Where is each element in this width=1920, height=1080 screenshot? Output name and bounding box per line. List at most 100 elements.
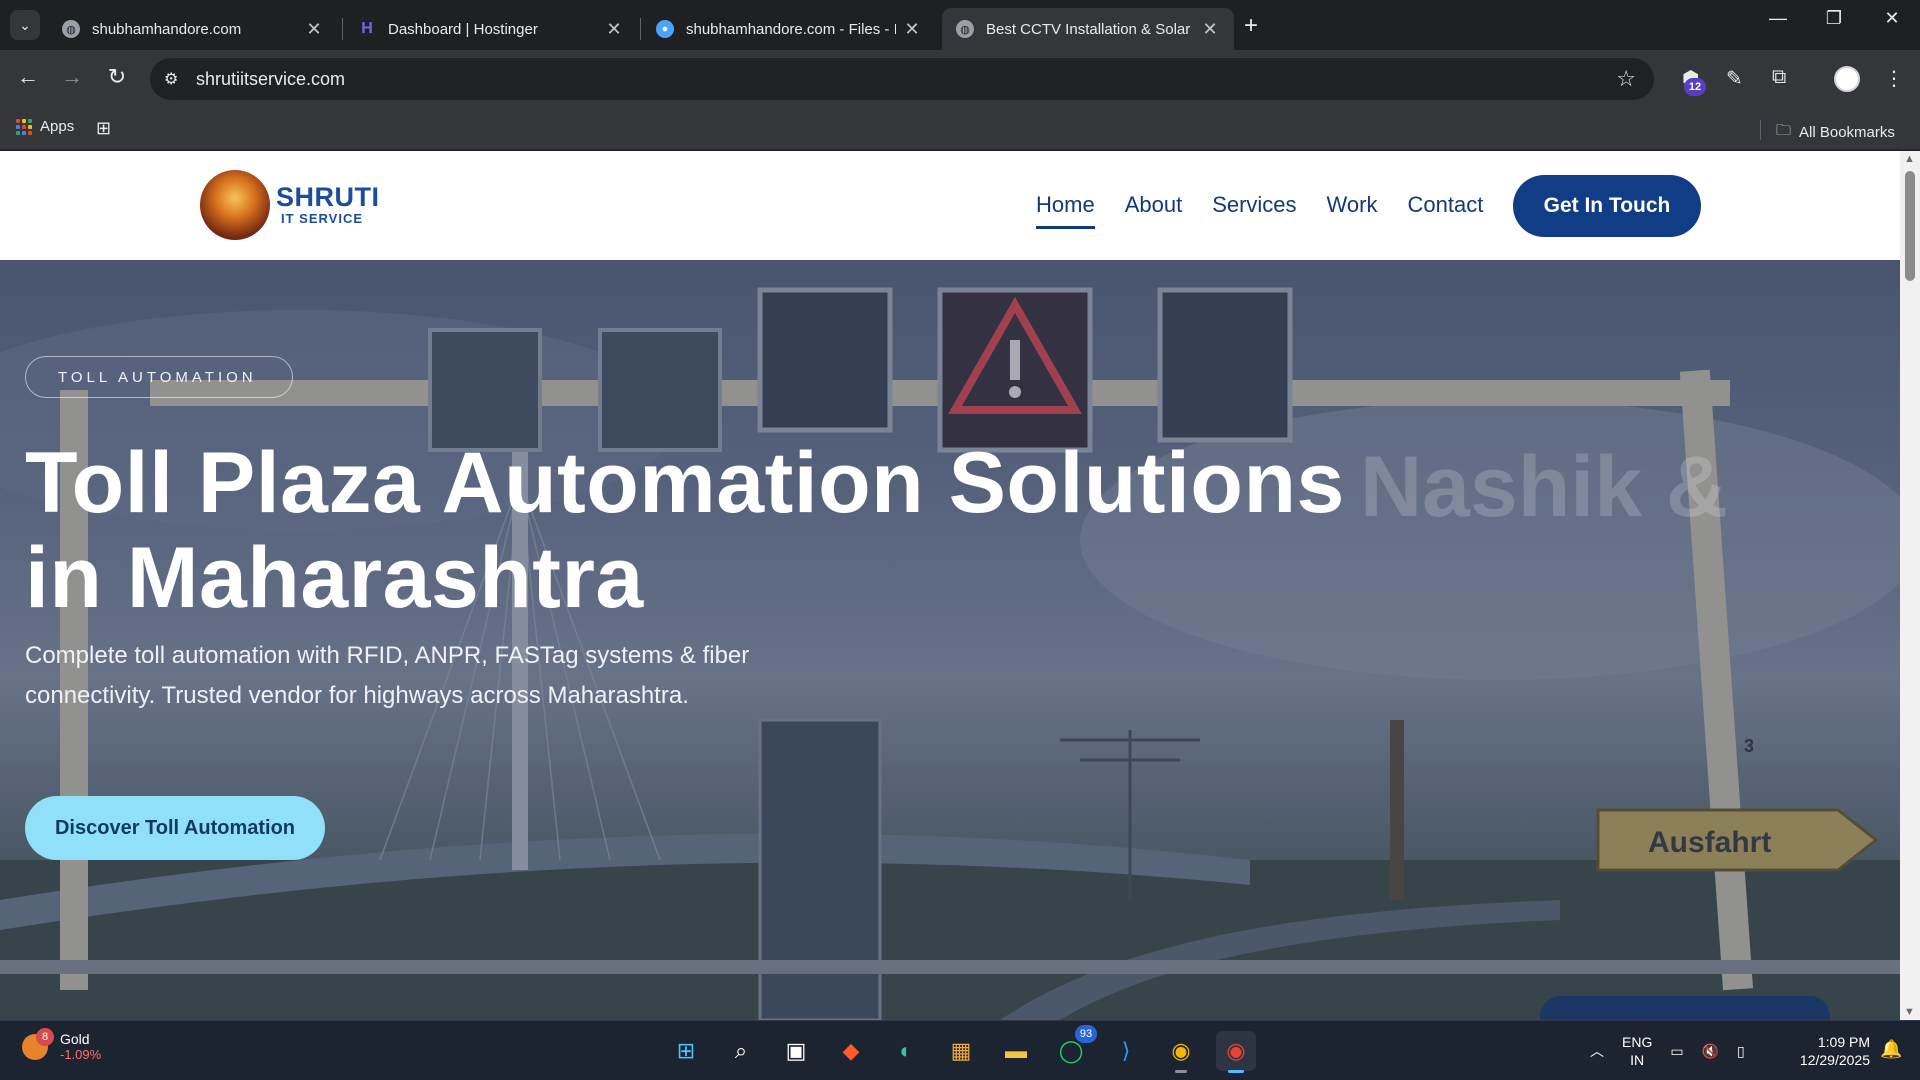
tab-strip: ⌄ ◍ shubhamhandore.com ✕ H Dashboard | H…	[0, 0, 1920, 50]
tab-1[interactable]: ◍ shubhamhandore.com ✕	[48, 8, 338, 50]
hero-lead-text: Complete toll automation with RFID, ANPR…	[25, 642, 750, 709]
close-tab-icon[interactable]: ✕	[902, 19, 922, 40]
apps-grid-icon	[16, 118, 32, 135]
edge-browser-icon[interactable]: ◐	[886, 1031, 926, 1071]
windows-start-icon[interactable]: ⊞	[666, 1031, 706, 1071]
tab-groups-icon[interactable]: ⊞	[96, 118, 111, 139]
restore-icon[interactable]: ❐	[1814, 8, 1854, 29]
tab-title: shubhamhandore.com - Files - I	[686, 20, 896, 38]
language-indicator[interactable]: ENG IN	[1622, 1033, 1652, 1069]
menu-kebab-icon[interactable]: ⋮	[1884, 66, 1904, 91]
widget-change: -1.09%	[60, 1047, 102, 1062]
hero-section: Ausfahrt 3 TOLL AUTOMATION Nashik & Toll…	[0, 260, 1900, 1020]
nav-home[interactable]: Home	[1036, 192, 1095, 229]
clock-time: 1:09 PM	[1817, 1034, 1870, 1050]
microsoft-store-icon[interactable]: ▦	[941, 1031, 981, 1071]
tab-title: Best CCTV Installation & Solar F	[986, 20, 1194, 38]
globe-icon: ◍	[62, 20, 80, 38]
apps-bookmark[interactable]: Apps	[16, 118, 74, 135]
active-indicator	[1228, 1070, 1244, 1073]
eyedropper-icon[interactable]: ✎	[1726, 66, 1743, 91]
tab-separator	[342, 18, 343, 40]
close-window-icon[interactable]: ✕	[1872, 8, 1912, 29]
whatsapp-icon[interactable]: ◯ 93	[1051, 1025, 1097, 1071]
language-code: ENG	[1622, 1034, 1653, 1050]
nav-services[interactable]: Services	[1212, 192, 1296, 229]
clock-date: 12/29/2025	[1799, 1052, 1870, 1068]
gold-icon: 8	[22, 1027, 54, 1060]
tab-title: shubhamhandore.com	[92, 20, 242, 38]
page-viewport: SHRUTI IT SERVICE Home About Services Wo…	[0, 151, 1900, 1020]
extension-badge: 12	[1684, 78, 1706, 96]
scrollbar-thumb[interactable]	[1905, 171, 1915, 281]
chrome-profile-icon[interactable]: ◉	[1216, 1031, 1256, 1073]
site-header: SHRUTI IT SERVICE Home About Services Wo…	[0, 151, 1900, 260]
slider-controls[interactable]	[1540, 996, 1830, 1020]
close-tab-icon[interactable]: ✕	[1200, 19, 1220, 40]
taskbar-apps: ⊞ ⌕ ▣ ◆ ◐ ▦ ▬ ◯ 93 ⟩ ◉ ◉	[666, 1025, 1256, 1073]
hero-heading: Toll Plaza Automation Solutions in Mahar…	[25, 435, 1345, 626]
logo-image[interactable]	[200, 170, 270, 240]
whatsapp-badge: 93	[1075, 1025, 1097, 1043]
windows-taskbar: 8 Gold -1.09% ⊞ ⌕ ▣ ◆ ◐ ▦ ▬ ◯ 93 ⟩ ◉ ◉ ︿…	[0, 1020, 1920, 1080]
tab-separator	[640, 18, 641, 40]
get-in-touch-button[interactable]: Get In Touch	[1513, 175, 1701, 237]
all-bookmarks-label: All Bookmarks	[1799, 124, 1895, 141]
volume-muted-icon[interactable]: 🔇	[1702, 1043, 1719, 1060]
discover-toll-automation-button[interactable]: Discover Toll Automation	[25, 796, 325, 860]
close-tab-icon[interactable]: ✕	[604, 19, 624, 40]
bookmark-star-icon[interactable]: ☆	[1616, 66, 1636, 92]
site-info-icon[interactable]: ⚙	[164, 69, 178, 89]
minimize-icon[interactable]: —	[1758, 8, 1798, 29]
chrome-icon[interactable]: ◉	[1161, 1031, 1201, 1073]
bookmarks-divider	[1760, 120, 1761, 140]
new-tab-icon[interactable]: +	[1244, 12, 1258, 40]
logo-subtitle[interactable]: IT SERVICE	[281, 211, 363, 226]
main-nav: Home About Services Work Contact	[1036, 192, 1483, 229]
globe-icon: ◍	[956, 20, 974, 38]
running-indicator	[1175, 1070, 1187, 1073]
close-tab-icon[interactable]: ✕	[304, 19, 324, 40]
url-text[interactable]: shrutiitservice.com	[196, 69, 345, 90]
tab-2[interactable]: H Dashboard | Hostinger ✕	[344, 8, 638, 50]
nav-contact[interactable]: Contact	[1407, 192, 1483, 229]
search-icon[interactable]: ⌕	[721, 1031, 761, 1071]
task-view-icon[interactable]: ▣	[776, 1031, 816, 1071]
file-manager-icon: ●	[656, 20, 674, 38]
address-bar[interactable]: ⚙ shrutiitservice.com ☆	[150, 58, 1654, 100]
widget-badge: 8	[36, 1027, 54, 1046]
clock[interactable]: 1:09 PM 12/29/2025	[1782, 1033, 1870, 1069]
forward-icon[interactable]: →	[56, 64, 88, 90]
tab-title: Dashboard | Hostinger	[388, 20, 538, 38]
reload-icon[interactable]: ↻	[101, 64, 133, 90]
extensions-puzzle-icon[interactable]: ⧉	[1772, 66, 1786, 89]
region-code: IN	[1630, 1052, 1645, 1068]
battery-icon[interactable]: ▯	[1737, 1043, 1745, 1060]
hero-tag: TOLL AUTOMATION	[25, 356, 293, 398]
gold-widget[interactable]: 8 Gold -1.09%	[22, 1027, 102, 1062]
nav-work[interactable]: Work	[1327, 192, 1378, 229]
all-bookmarks-button[interactable]: 🗀 All Bookmarks	[1776, 120, 1895, 145]
tab-3[interactable]: ● shubhamhandore.com - Files - I ✕	[642, 8, 936, 50]
network-icon[interactable]: ▭	[1670, 1043, 1683, 1060]
back-icon[interactable]: ←	[12, 64, 44, 90]
profile-avatar[interactable]	[1834, 66, 1860, 92]
system-tray: ︿ ENG IN ▭ 🔇 ▯	[1590, 1033, 1745, 1069]
apps-label: Apps	[40, 118, 75, 135]
nav-about[interactable]: About	[1125, 192, 1183, 229]
logo-name[interactable]: SHRUTI	[276, 182, 380, 213]
widget-title: Gold	[60, 1031, 90, 1047]
tab-search-button[interactable]: ⌄	[10, 10, 40, 40]
scroll-up-icon[interactable]: ▲	[1904, 153, 1915, 165]
notification-bell-icon[interactable]: 🔔	[1880, 1039, 1902, 1060]
folder-icon: 🗀	[1776, 122, 1792, 139]
brave-browser-icon[interactable]: ◆	[831, 1031, 871, 1071]
scroll-down-icon[interactable]: ▼	[1904, 1006, 1915, 1018]
file-explorer-icon[interactable]: ▬	[996, 1031, 1036, 1071]
vscode-icon[interactable]: ⟩	[1106, 1031, 1146, 1071]
chevron-up-icon[interactable]: ︿	[1590, 1041, 1604, 1061]
tab-4-active[interactable]: ◍ Best CCTV Installation & Solar F ✕	[942, 8, 1234, 50]
page-scrollbar[interactable]: ▲ ▼	[1900, 151, 1920, 1020]
bookmarks-bar: Apps ⊞ 🗀 All Bookmarks	[0, 108, 1920, 150]
browser-toolbar: ← → ↻ ⚙ shrutiitservice.com ☆ ⬢ ✎ ⧉ ⋮	[0, 50, 1920, 108]
